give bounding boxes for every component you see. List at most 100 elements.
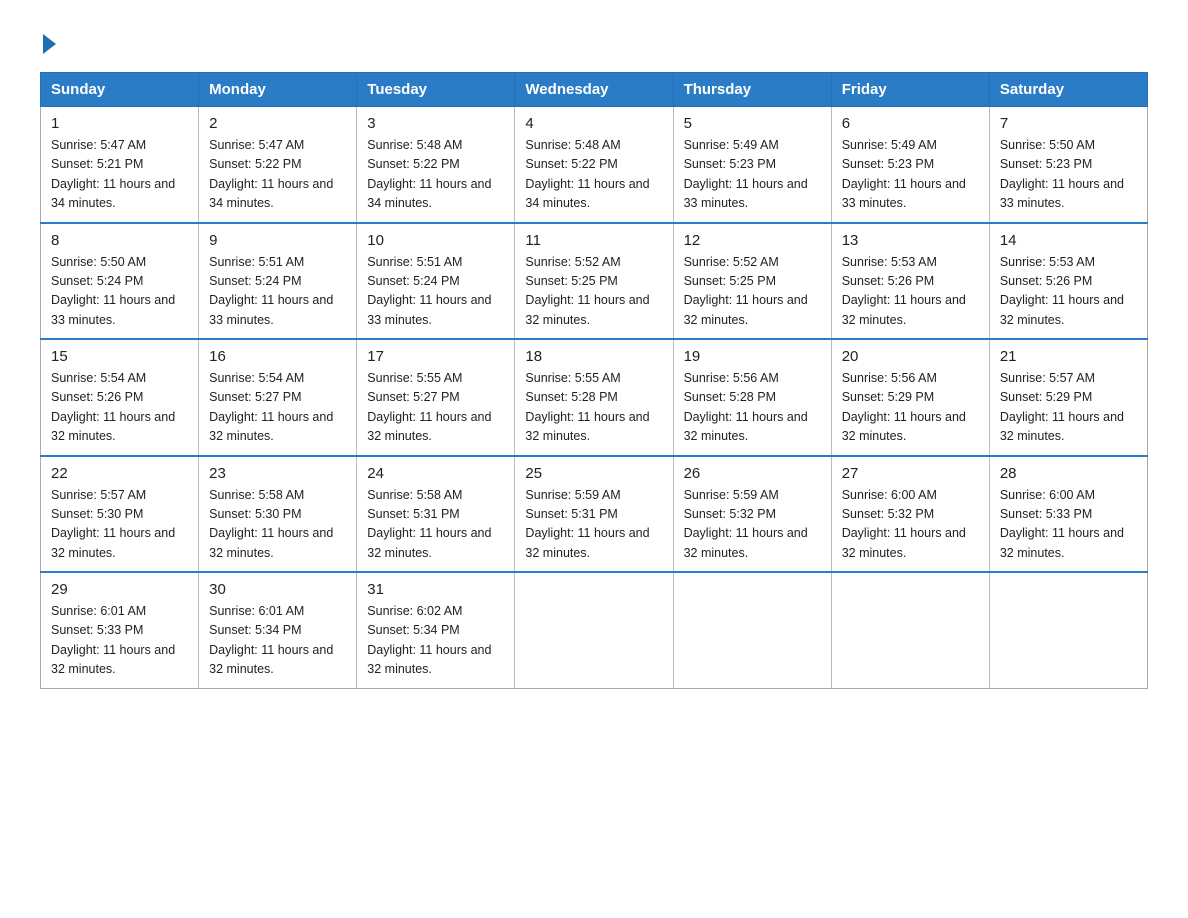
calendar-day-cell: 22 Sunrise: 5:57 AMSunset: 5:30 PMDayligh…	[41, 456, 199, 573]
calendar-table: SundayMondayTuesdayWednesdayThursdayFrid…	[40, 72, 1148, 689]
calendar-week-row: 22 Sunrise: 5:57 AMSunset: 5:30 PMDayligh…	[41, 456, 1148, 573]
day-info: Sunrise: 5:55 AMSunset: 5:28 PMDaylight:…	[525, 369, 662, 447]
calendar-week-row: 1 Sunrise: 5:47 AMSunset: 5:21 PMDaylight…	[41, 107, 1148, 223]
calendar-day-cell: 31 Sunrise: 6:02 AMSunset: 5:34 PMDayligh…	[357, 572, 515, 688]
day-number: 26	[684, 465, 821, 482]
calendar-day-cell: 6 Sunrise: 5:49 AMSunset: 5:23 PMDaylight…	[831, 107, 989, 223]
calendar-week-row: 29 Sunrise: 6:01 AMSunset: 5:33 PMDayligh…	[41, 572, 1148, 688]
day-number: 16	[209, 348, 346, 365]
day-number: 31	[367, 581, 504, 598]
calendar-day-cell: 2 Sunrise: 5:47 AMSunset: 5:22 PMDaylight…	[199, 107, 357, 223]
calendar-day-cell: 13Sunrise: 5:53 AMSunset: 5:26 PMDayligh…	[831, 223, 989, 340]
day-info: Sunrise: 5:53 AMSunset: 5:26 PMDaylight:…	[1000, 253, 1137, 331]
calendar-day-cell: 5Sunrise: 5:49 AMSunset: 5:23 PMDaylight…	[673, 107, 831, 223]
logo	[40, 30, 56, 54]
day-number: 18	[525, 348, 662, 365]
calendar-empty-cell	[515, 572, 673, 688]
calendar-week-row: 15 Sunrise: 5:54 AMSunset: 5:26 PMDayligh…	[41, 339, 1148, 456]
logo-arrow-icon	[43, 34, 56, 54]
calendar-day-cell: 19Sunrise: 5:56 AMSunset: 5:28 PMDayligh…	[673, 339, 831, 456]
calendar-day-cell: 23Sunrise: 5:58 AMSunset: 5:30 PMDayligh…	[199, 456, 357, 573]
day-number: 21	[1000, 348, 1137, 365]
calendar-day-cell: 3Sunrise: 5:48 AMSunset: 5:22 PMDaylight…	[357, 107, 515, 223]
day-number: 29	[51, 581, 188, 598]
calendar-day-cell: 21 Sunrise: 5:57 AMSunset: 5:29 PMDayligh…	[989, 339, 1147, 456]
day-info: Sunrise: 5:48 AMSunset: 5:22 PMDaylight:…	[525, 136, 662, 214]
calendar-day-cell: 29 Sunrise: 6:01 AMSunset: 5:33 PMDayligh…	[41, 572, 199, 688]
calendar-header-tuesday: Tuesday	[357, 73, 515, 107]
calendar-day-cell: 14Sunrise: 5:53 AMSunset: 5:26 PMDayligh…	[989, 223, 1147, 340]
calendar-day-cell: 12Sunrise: 5:52 AMSunset: 5:25 PMDayligh…	[673, 223, 831, 340]
day-info: Sunrise: 6:01 AMSunset: 5:34 PMDaylight:…	[209, 602, 346, 680]
day-number: 20	[842, 348, 979, 365]
calendar-header-wednesday: Wednesday	[515, 73, 673, 107]
day-number: 11	[525, 232, 662, 249]
calendar-day-cell: 15 Sunrise: 5:54 AMSunset: 5:26 PMDayligh…	[41, 339, 199, 456]
day-number: 8	[51, 232, 188, 249]
day-number: 17	[367, 348, 504, 365]
day-number: 10	[367, 232, 504, 249]
calendar-header-sunday: Sunday	[41, 73, 199, 107]
calendar-day-cell: 8 Sunrise: 5:50 AMSunset: 5:24 PMDaylight…	[41, 223, 199, 340]
day-number: 2	[209, 115, 346, 132]
logo-blue-container	[40, 30, 56, 54]
day-info: Sunrise: 5:49 AMSunset: 5:23 PMDaylight:…	[684, 136, 821, 214]
day-number: 15	[51, 348, 188, 365]
day-number: 27	[842, 465, 979, 482]
day-number: 3	[367, 115, 504, 132]
day-number: 7	[1000, 115, 1137, 132]
day-info: Sunrise: 5:58 AMSunset: 5:30 PMDaylight:…	[209, 486, 346, 564]
day-info: Sunrise: 5:57 AMSunset: 5:29 PMDaylight:…	[1000, 369, 1137, 447]
day-number: 4	[525, 115, 662, 132]
calendar-day-cell: 4 Sunrise: 5:48 AMSunset: 5:22 PMDaylight…	[515, 107, 673, 223]
day-number: 24	[367, 465, 504, 482]
day-info: Sunrise: 6:00 AMSunset: 5:32 PMDaylight:…	[842, 486, 979, 564]
day-number: 19	[684, 348, 821, 365]
calendar-day-cell: 18 Sunrise: 5:55 AMSunset: 5:28 PMDayligh…	[515, 339, 673, 456]
calendar-day-cell: 28 Sunrise: 6:00 AMSunset: 5:33 PMDayligh…	[989, 456, 1147, 573]
calendar-header-row: SundayMondayTuesdayWednesdayThursdayFrid…	[41, 73, 1148, 107]
day-info: Sunrise: 6:01 AMSunset: 5:33 PMDaylight:…	[51, 602, 188, 680]
day-info: Sunrise: 5:58 AMSunset: 5:31 PMDaylight:…	[367, 486, 504, 564]
calendar-day-cell: 7 Sunrise: 5:50 AMSunset: 5:23 PMDaylight…	[989, 107, 1147, 223]
day-info: Sunrise: 6:02 AMSunset: 5:34 PMDaylight:…	[367, 602, 504, 680]
calendar-day-cell: 30Sunrise: 6:01 AMSunset: 5:34 PMDayligh…	[199, 572, 357, 688]
day-info: Sunrise: 5:59 AMSunset: 5:32 PMDaylight:…	[684, 486, 821, 564]
day-info: Sunrise: 5:47 AMSunset: 5:22 PMDaylight:…	[209, 136, 346, 214]
calendar-header-friday: Friday	[831, 73, 989, 107]
day-info: Sunrise: 5:57 AMSunset: 5:30 PMDaylight:…	[51, 486, 188, 564]
day-number: 25	[525, 465, 662, 482]
header	[40, 30, 1148, 54]
day-info: Sunrise: 5:52 AMSunset: 5:25 PMDaylight:…	[684, 253, 821, 331]
day-info: Sunrise: 5:47 AMSunset: 5:21 PMDaylight:…	[51, 136, 188, 214]
day-info: Sunrise: 5:54 AMSunset: 5:26 PMDaylight:…	[51, 369, 188, 447]
day-info: Sunrise: 6:00 AMSunset: 5:33 PMDaylight:…	[1000, 486, 1137, 564]
day-number: 28	[1000, 465, 1137, 482]
logo-area	[40, 30, 56, 54]
calendar-day-cell: 24 Sunrise: 5:58 AMSunset: 5:31 PMDayligh…	[357, 456, 515, 573]
calendar-header-thursday: Thursday	[673, 73, 831, 107]
day-info: Sunrise: 5:59 AMSunset: 5:31 PMDaylight:…	[525, 486, 662, 564]
calendar-header-saturday: Saturday	[989, 73, 1147, 107]
day-number: 9	[209, 232, 346, 249]
calendar-day-cell: 1 Sunrise: 5:47 AMSunset: 5:21 PMDaylight…	[41, 107, 199, 223]
day-info: Sunrise: 5:49 AMSunset: 5:23 PMDaylight:…	[842, 136, 979, 214]
calendar-day-cell: 9Sunrise: 5:51 AMSunset: 5:24 PMDaylight…	[199, 223, 357, 340]
calendar-day-cell: 10Sunrise: 5:51 AMSunset: 5:24 PMDayligh…	[357, 223, 515, 340]
calendar-day-cell: 27 Sunrise: 6:00 AMSunset: 5:32 PMDayligh…	[831, 456, 989, 573]
day-number: 22	[51, 465, 188, 482]
day-info: Sunrise: 5:54 AMSunset: 5:27 PMDaylight:…	[209, 369, 346, 447]
day-info: Sunrise: 5:50 AMSunset: 5:24 PMDaylight:…	[51, 253, 188, 331]
day-number: 1	[51, 115, 188, 132]
day-number: 6	[842, 115, 979, 132]
calendar-header-monday: Monday	[199, 73, 357, 107]
calendar-day-cell: 25 Sunrise: 5:59 AMSunset: 5:31 PMDayligh…	[515, 456, 673, 573]
calendar-day-cell: 16 Sunrise: 5:54 AMSunset: 5:27 PMDayligh…	[199, 339, 357, 456]
day-info: Sunrise: 5:53 AMSunset: 5:26 PMDaylight:…	[842, 253, 979, 331]
calendar-day-cell: 26 Sunrise: 5:59 AMSunset: 5:32 PMDayligh…	[673, 456, 831, 573]
day-info: Sunrise: 5:50 AMSunset: 5:23 PMDaylight:…	[1000, 136, 1137, 214]
day-info: Sunrise: 5:52 AMSunset: 5:25 PMDaylight:…	[525, 253, 662, 331]
calendar-week-row: 8 Sunrise: 5:50 AMSunset: 5:24 PMDaylight…	[41, 223, 1148, 340]
calendar-day-cell: 17Sunrise: 5:55 AMSunset: 5:27 PMDayligh…	[357, 339, 515, 456]
calendar-day-cell: 20Sunrise: 5:56 AMSunset: 5:29 PMDayligh…	[831, 339, 989, 456]
